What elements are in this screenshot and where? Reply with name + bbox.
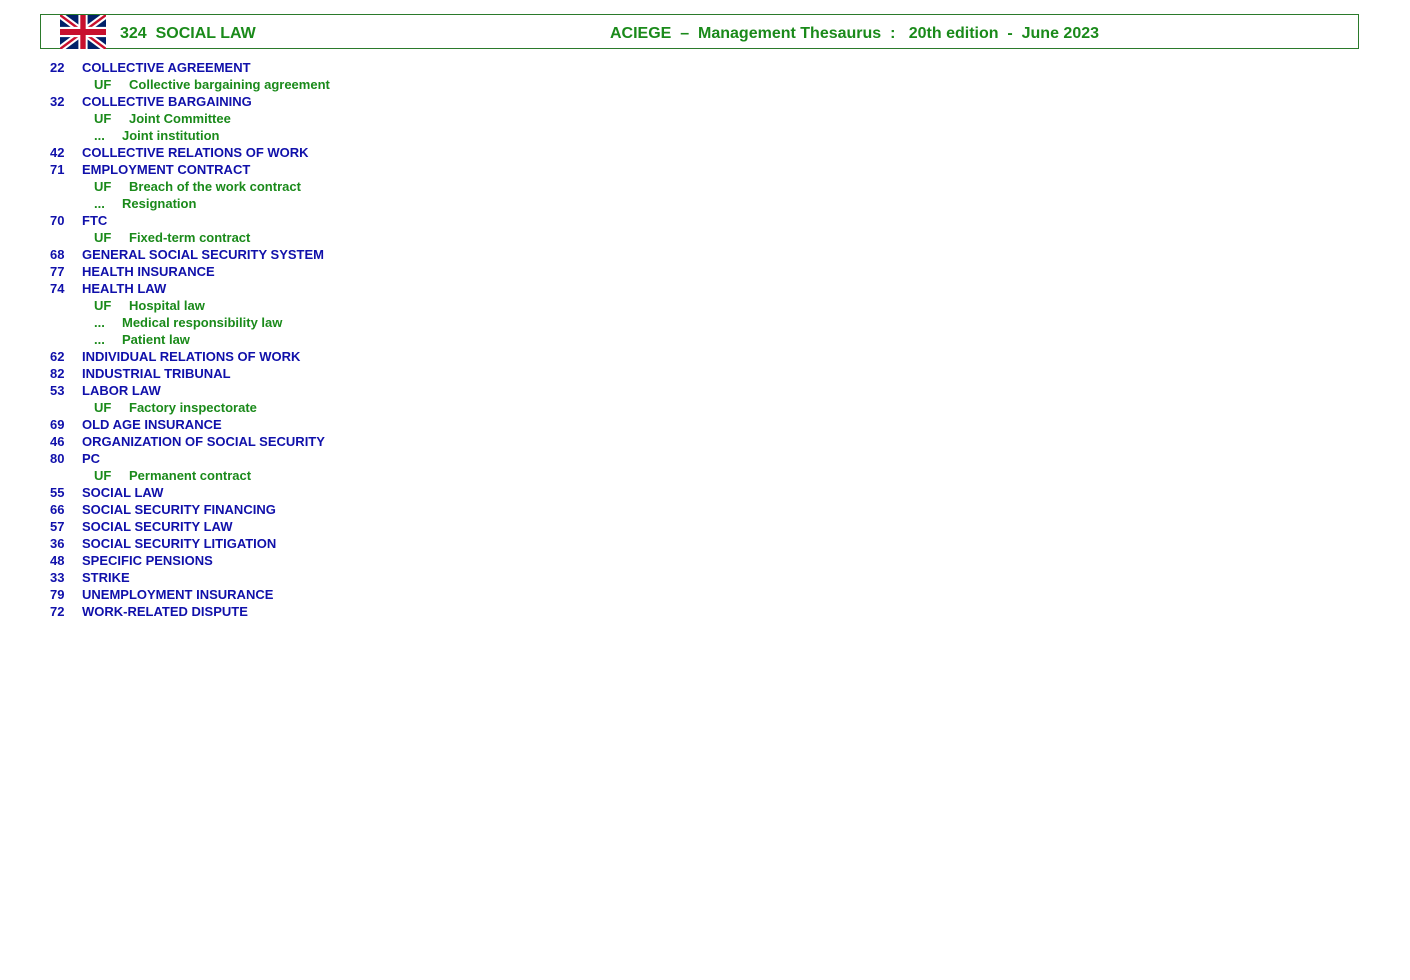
used-for-label[interactable]: Collective bargaining agreement: [129, 76, 330, 93]
term-number: 32: [50, 94, 65, 109]
term-label[interactable]: OLD AGE INSURANCE: [82, 416, 222, 433]
term-number: 62: [50, 349, 65, 364]
term-number: 70: [50, 213, 65, 228]
term-number: 36: [50, 536, 65, 551]
term-label[interactable]: GENERAL SOCIAL SECURITY SYSTEM: [82, 246, 324, 263]
term-number: 80: [50, 451, 65, 466]
term-number: 71: [50, 162, 65, 177]
term-label[interactable]: COLLECTIVE RELATIONS OF WORK: [82, 144, 309, 161]
term-number: 33: [50, 570, 65, 585]
term-number: 46: [50, 434, 65, 449]
related-term-label[interactable]: Patient law: [122, 331, 190, 348]
term-label[interactable]: INDIVIDUAL RELATIONS OF WORK: [82, 348, 300, 365]
term-label[interactable]: SOCIAL SECURITY LAW: [82, 518, 232, 535]
term-number: 79: [50, 587, 65, 602]
term-label[interactable]: COLLECTIVE BARGAINING: [82, 93, 252, 110]
related-marker: ...: [94, 315, 105, 330]
used-for-marker: UF: [94, 111, 112, 126]
used-for-label[interactable]: Permanent contract: [129, 467, 251, 484]
term-label[interactable]: INDUSTRIAL TRIBUNAL: [82, 365, 231, 382]
term-number: 69: [50, 417, 65, 432]
related-marker: ...: [94, 332, 105, 347]
used-for-marker: UF: [94, 468, 112, 483]
term-label[interactable]: HEALTH INSURANCE: [82, 263, 215, 280]
term-label[interactable]: STRIKE: [82, 569, 130, 586]
used-for-label[interactable]: Hospital law: [129, 297, 205, 314]
term-label[interactable]: UNEMPLOYMENT INSURANCE: [82, 586, 273, 603]
related-marker: ...: [94, 128, 105, 143]
union-jack-flag-icon: [60, 15, 106, 49]
related-term-label[interactable]: Joint institution: [122, 127, 219, 144]
term-number: 82: [50, 366, 65, 381]
used-for-label[interactable]: Joint Committee: [129, 110, 231, 127]
term-label[interactable]: SOCIAL LAW: [82, 484, 163, 501]
term-label[interactable]: SOCIAL SECURITY FINANCING: [82, 501, 276, 518]
used-for-label[interactable]: Factory inspectorate: [129, 399, 257, 416]
term-number: 66: [50, 502, 65, 517]
term-label[interactable]: COLLECTIVE AGREEMENT: [82, 59, 251, 76]
related-term-label[interactable]: Resignation: [122, 195, 196, 212]
term-number: 72: [50, 604, 65, 619]
used-for-marker: UF: [94, 230, 112, 245]
term-number: 48: [50, 553, 65, 568]
used-for-marker: UF: [94, 298, 112, 313]
term-number: 42: [50, 145, 65, 160]
used-for-marker: UF: [94, 77, 112, 92]
used-for-marker: UF: [94, 179, 112, 194]
term-label[interactable]: PC: [82, 450, 100, 467]
related-term-label[interactable]: Medical responsibility law: [122, 314, 282, 331]
term-label[interactable]: WORK-RELATED DISPUTE: [82, 603, 248, 620]
used-for-label[interactable]: Fixed-term contract: [129, 229, 250, 246]
related-marker: ...: [94, 196, 105, 211]
term-number: 57: [50, 519, 65, 534]
section-title: 324 SOCIAL LAW: [120, 25, 256, 42]
term-number: 77: [50, 264, 65, 279]
term-number: 68: [50, 247, 65, 262]
term-number: 55: [50, 485, 65, 500]
term-number: 22: [50, 60, 65, 75]
term-label[interactable]: ORGANIZATION OF SOCIAL SECURITY: [82, 433, 325, 450]
term-label[interactable]: FTC: [82, 212, 107, 229]
term-label[interactable]: HEALTH LAW: [82, 280, 166, 297]
used-for-marker: UF: [94, 400, 112, 415]
page-header: 324 SOCIAL LAW ACIEGE – Management Thesa…: [40, 14, 1359, 49]
term-label[interactable]: EMPLOYMENT CONTRACT: [82, 161, 250, 178]
publication-title: ACIEGE – Management Thesaurus : 20th edi…: [610, 25, 1100, 42]
term-label[interactable]: SOCIAL SECURITY LITIGATION: [82, 535, 276, 552]
term-number: 53: [50, 383, 65, 398]
used-for-label[interactable]: Breach of the work contract: [129, 178, 301, 195]
term-number: 74: [50, 281, 65, 296]
term-label[interactable]: LABOR LAW: [82, 382, 161, 399]
term-label[interactable]: SPECIFIC PENSIONS: [82, 552, 213, 569]
